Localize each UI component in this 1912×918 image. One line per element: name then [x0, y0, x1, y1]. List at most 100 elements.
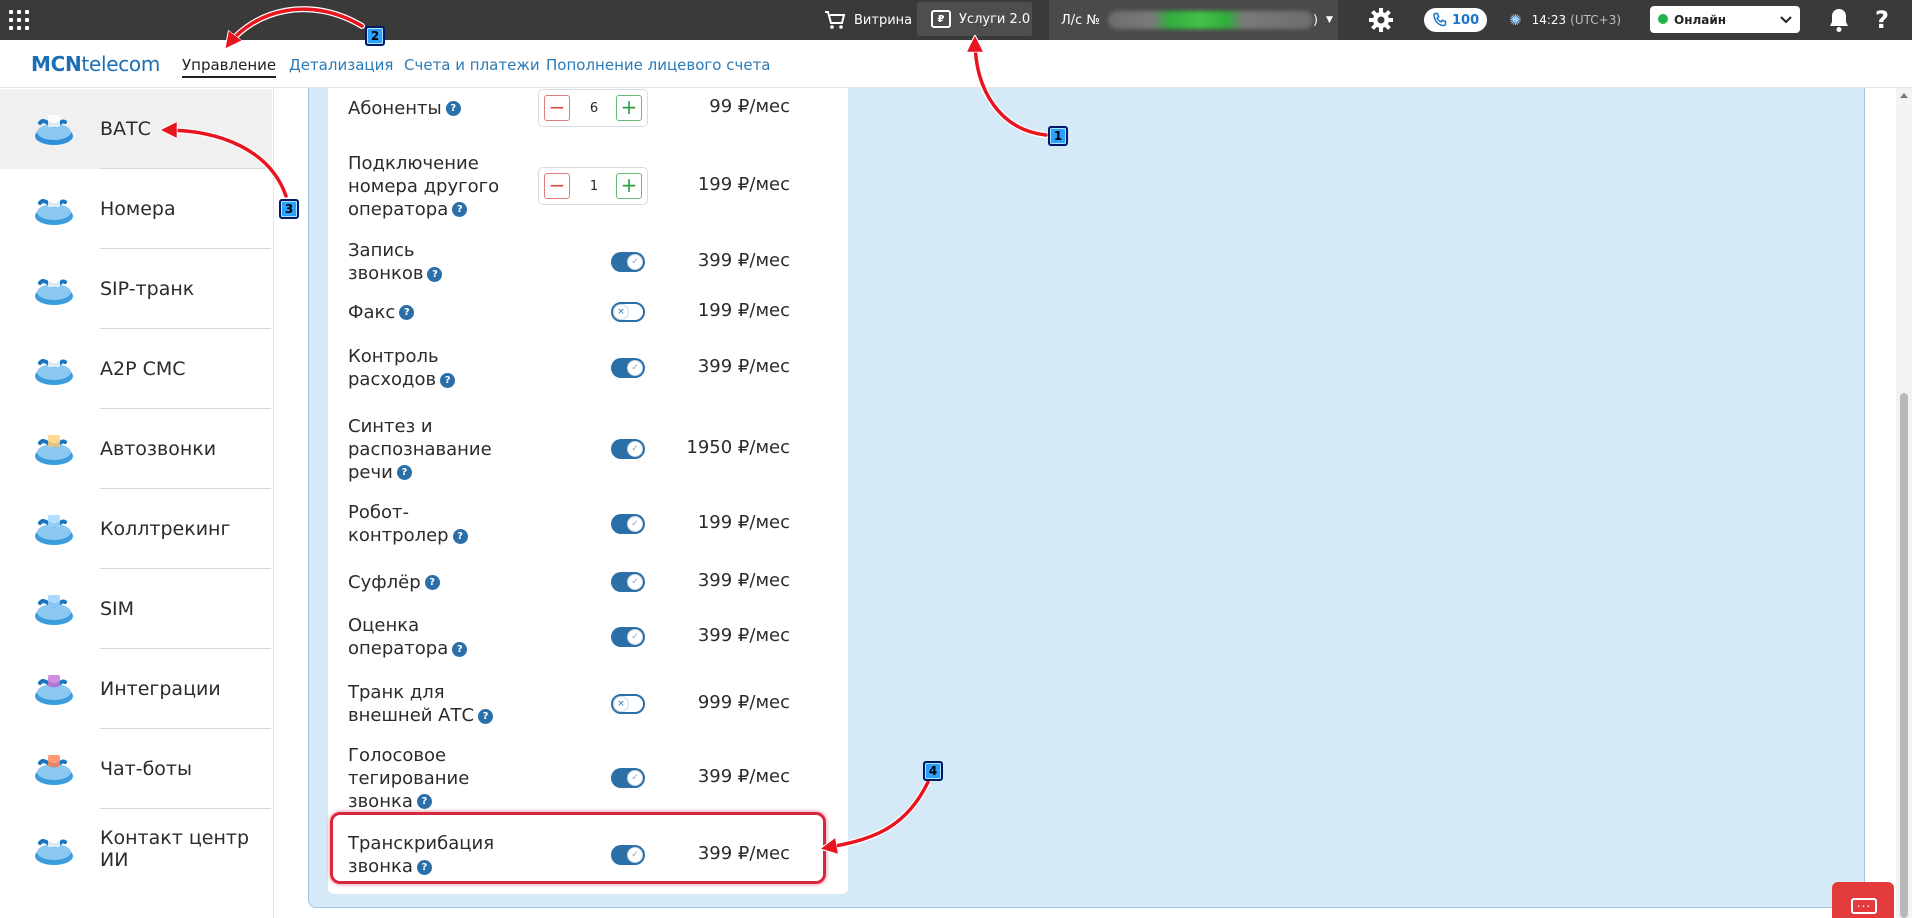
account-selector[interactable]: Л/с № ) ▼ [1049, 0, 1338, 40]
option-label-line: Факс? [348, 301, 415, 324]
account-number-blurred [1107, 11, 1313, 29]
toggle-switch[interactable]: ✓ [611, 439, 645, 459]
sidebar-item-5[interactable]: Коллтрекинг [0, 489, 272, 569]
option-label: Суфлёр? [348, 571, 440, 594]
sim-icon [35, 595, 73, 625]
help-icon[interactable]: ? [452, 528, 468, 544]
stepper-value[interactable]: 6 [579, 101, 609, 116]
option-label-text: Суфлёр [348, 571, 421, 593]
increment-button[interactable]: + [616, 95, 642, 121]
help-icon[interactable]: ? [452, 202, 468, 217]
close-icon: × [613, 696, 629, 712]
nav-link-details[interactable]: Детализация [289, 56, 393, 74]
sidebar-item-label: Номера [100, 198, 176, 220]
vitrina-button[interactable]: Витрина [824, 0, 912, 40]
option-label-line: оператора? [348, 198, 499, 221]
chatbots-icon [35, 755, 73, 785]
vats-icon [35, 115, 73, 145]
nav-link-topup[interactable]: Пополнение лицевого счета [546, 56, 771, 74]
toggle-switch[interactable]: ✓ [611, 358, 645, 378]
increment-button[interactable]: + [616, 173, 642, 199]
option-label-line: Голосовое [348, 744, 469, 767]
toggle-switch[interactable]: ✓ [611, 627, 645, 647]
option-label: Абоненты? [348, 97, 461, 120]
bell-icon[interactable] [1828, 7, 1850, 37]
sidebar-item-label: Контакт центр ИИ [100, 827, 250, 871]
option-label-line: Запись [348, 239, 442, 262]
sidebar-item-label: SIM [100, 598, 135, 620]
calls-counter[interactable]: 100 [1424, 8, 1488, 32]
highlight-transcription-box [330, 812, 826, 884]
sidebar-item-3[interactable]: A2P СМС [0, 329, 272, 409]
scrollbar-thumb[interactable] [1900, 393, 1908, 918]
status-select[interactable]: Онлайн [1650, 6, 1800, 33]
sidebar-item-2[interactable]: SIP-транк [0, 249, 272, 329]
chat-button[interactable]: ... [1832, 882, 1894, 918]
toggle-switch[interactable]: ✓ [611, 572, 645, 592]
help-icon[interactable]: ? [416, 794, 432, 809]
option-label-line: контролер? [348, 524, 468, 547]
toggle-switch[interactable]: × [611, 302, 645, 322]
option-row: Робот-контролер? ✓ 199 ₽/мес [348, 492, 828, 556]
option-price: 199 ₽/мес [697, 512, 790, 533]
nav-link-management[interactable]: Управление [182, 56, 277, 78]
calls-count: 100 [1452, 12, 1480, 28]
stepper-value[interactable]: 1 [579, 179, 609, 194]
option-price: 399 ₽/мес [697, 625, 790, 646]
option-label-text: контролер [348, 525, 449, 546]
sidebar-item-9[interactable]: Контакт центр ИИ [0, 809, 272, 889]
logo[interactable]: MCNtelecom [31, 52, 160, 76]
help-icon[interactable]: ? [424, 575, 440, 590]
sidebar-item-8[interactable]: Чат-боты [0, 729, 272, 809]
toggle-switch[interactable]: ✓ [611, 768, 645, 788]
option-label-text: Запись [348, 240, 415, 261]
option-label: Контроль расходов? [348, 345, 456, 391]
account-prefix: Л/с № [1061, 12, 1100, 28]
nav-link-bills[interactable]: Счета и платежи [404, 56, 540, 74]
help-icon[interactable]: ? [440, 372, 456, 388]
help-icon[interactable]: ? [478, 708, 494, 724]
integrations-icon [35, 675, 73, 705]
check-icon: ✓ [627, 770, 643, 786]
option-label-text: Транк для [348, 682, 445, 703]
check-icon: ✓ [627, 254, 643, 270]
option-label: Робот-контролер? [348, 501, 468, 547]
help-icon[interactable]: ? [399, 305, 415, 320]
toggle-switch[interactable]: × [611, 694, 645, 714]
toggle-switch[interactable]: ✓ [611, 252, 645, 272]
decrement-button[interactable]: − [544, 95, 570, 121]
option-price: 399 ₽/мес [697, 766, 790, 787]
help-icon[interactable]: ? [445, 101, 461, 116]
help-icon[interactable]: ? [427, 266, 443, 282]
option-label-text: расходов [348, 369, 437, 390]
option-label-text: Факс [348, 301, 396, 323]
option-label-line: тегирование [348, 767, 469, 790]
option-row: Подключение номера другого оператора? −1 +19… [348, 142, 828, 230]
annotation-badge-2: 2 [365, 26, 385, 46]
help-icon[interactable]: ? [396, 465, 412, 480]
decrement-button[interactable]: − [544, 173, 570, 199]
sidebar-item-1[interactable]: Номера [0, 169, 272, 249]
scroll-up-arrow-icon[interactable] [1900, 93, 1908, 98]
sidebar-item-label: ВАТС [100, 118, 151, 140]
cart-icon [825, 11, 846, 29]
help-icon[interactable]: ? [1875, 0, 1889, 40]
option-label-line: речи? [348, 461, 492, 484]
annotation-badge-4: 4 [923, 761, 943, 781]
apps-grid-icon[interactable] [9, 10, 29, 30]
caret-down-icon: ▼ [1326, 15, 1333, 25]
sidebar-item-label: Интеграции [100, 678, 221, 700]
toggle-switch[interactable]: ✓ [611, 514, 645, 534]
sidebar-item-0[interactable]: ВАТС [0, 89, 272, 169]
uslugi-button[interactable]: ₽ Услуги 2.0 [917, 2, 1032, 36]
sidebar-item-4[interactable]: Автозвонки [0, 409, 272, 489]
option-label-line: оператора? [348, 637, 468, 660]
option-label: Синтез и распознавание речи? [348, 415, 492, 484]
clock: ✺ 14:23 (UTC+3) [1509, 0, 1621, 40]
sidebar-item-7[interactable]: Интеграции [0, 649, 272, 729]
help-icon[interactable]: ? [452, 641, 468, 657]
gear-icon[interactable] [1368, 7, 1394, 33]
globe-icon: ✺ [1509, 11, 1522, 29]
sidebar-item-6[interactable]: SIM [0, 569, 272, 649]
option-price: 1950 ₽/мес [686, 437, 790, 458]
